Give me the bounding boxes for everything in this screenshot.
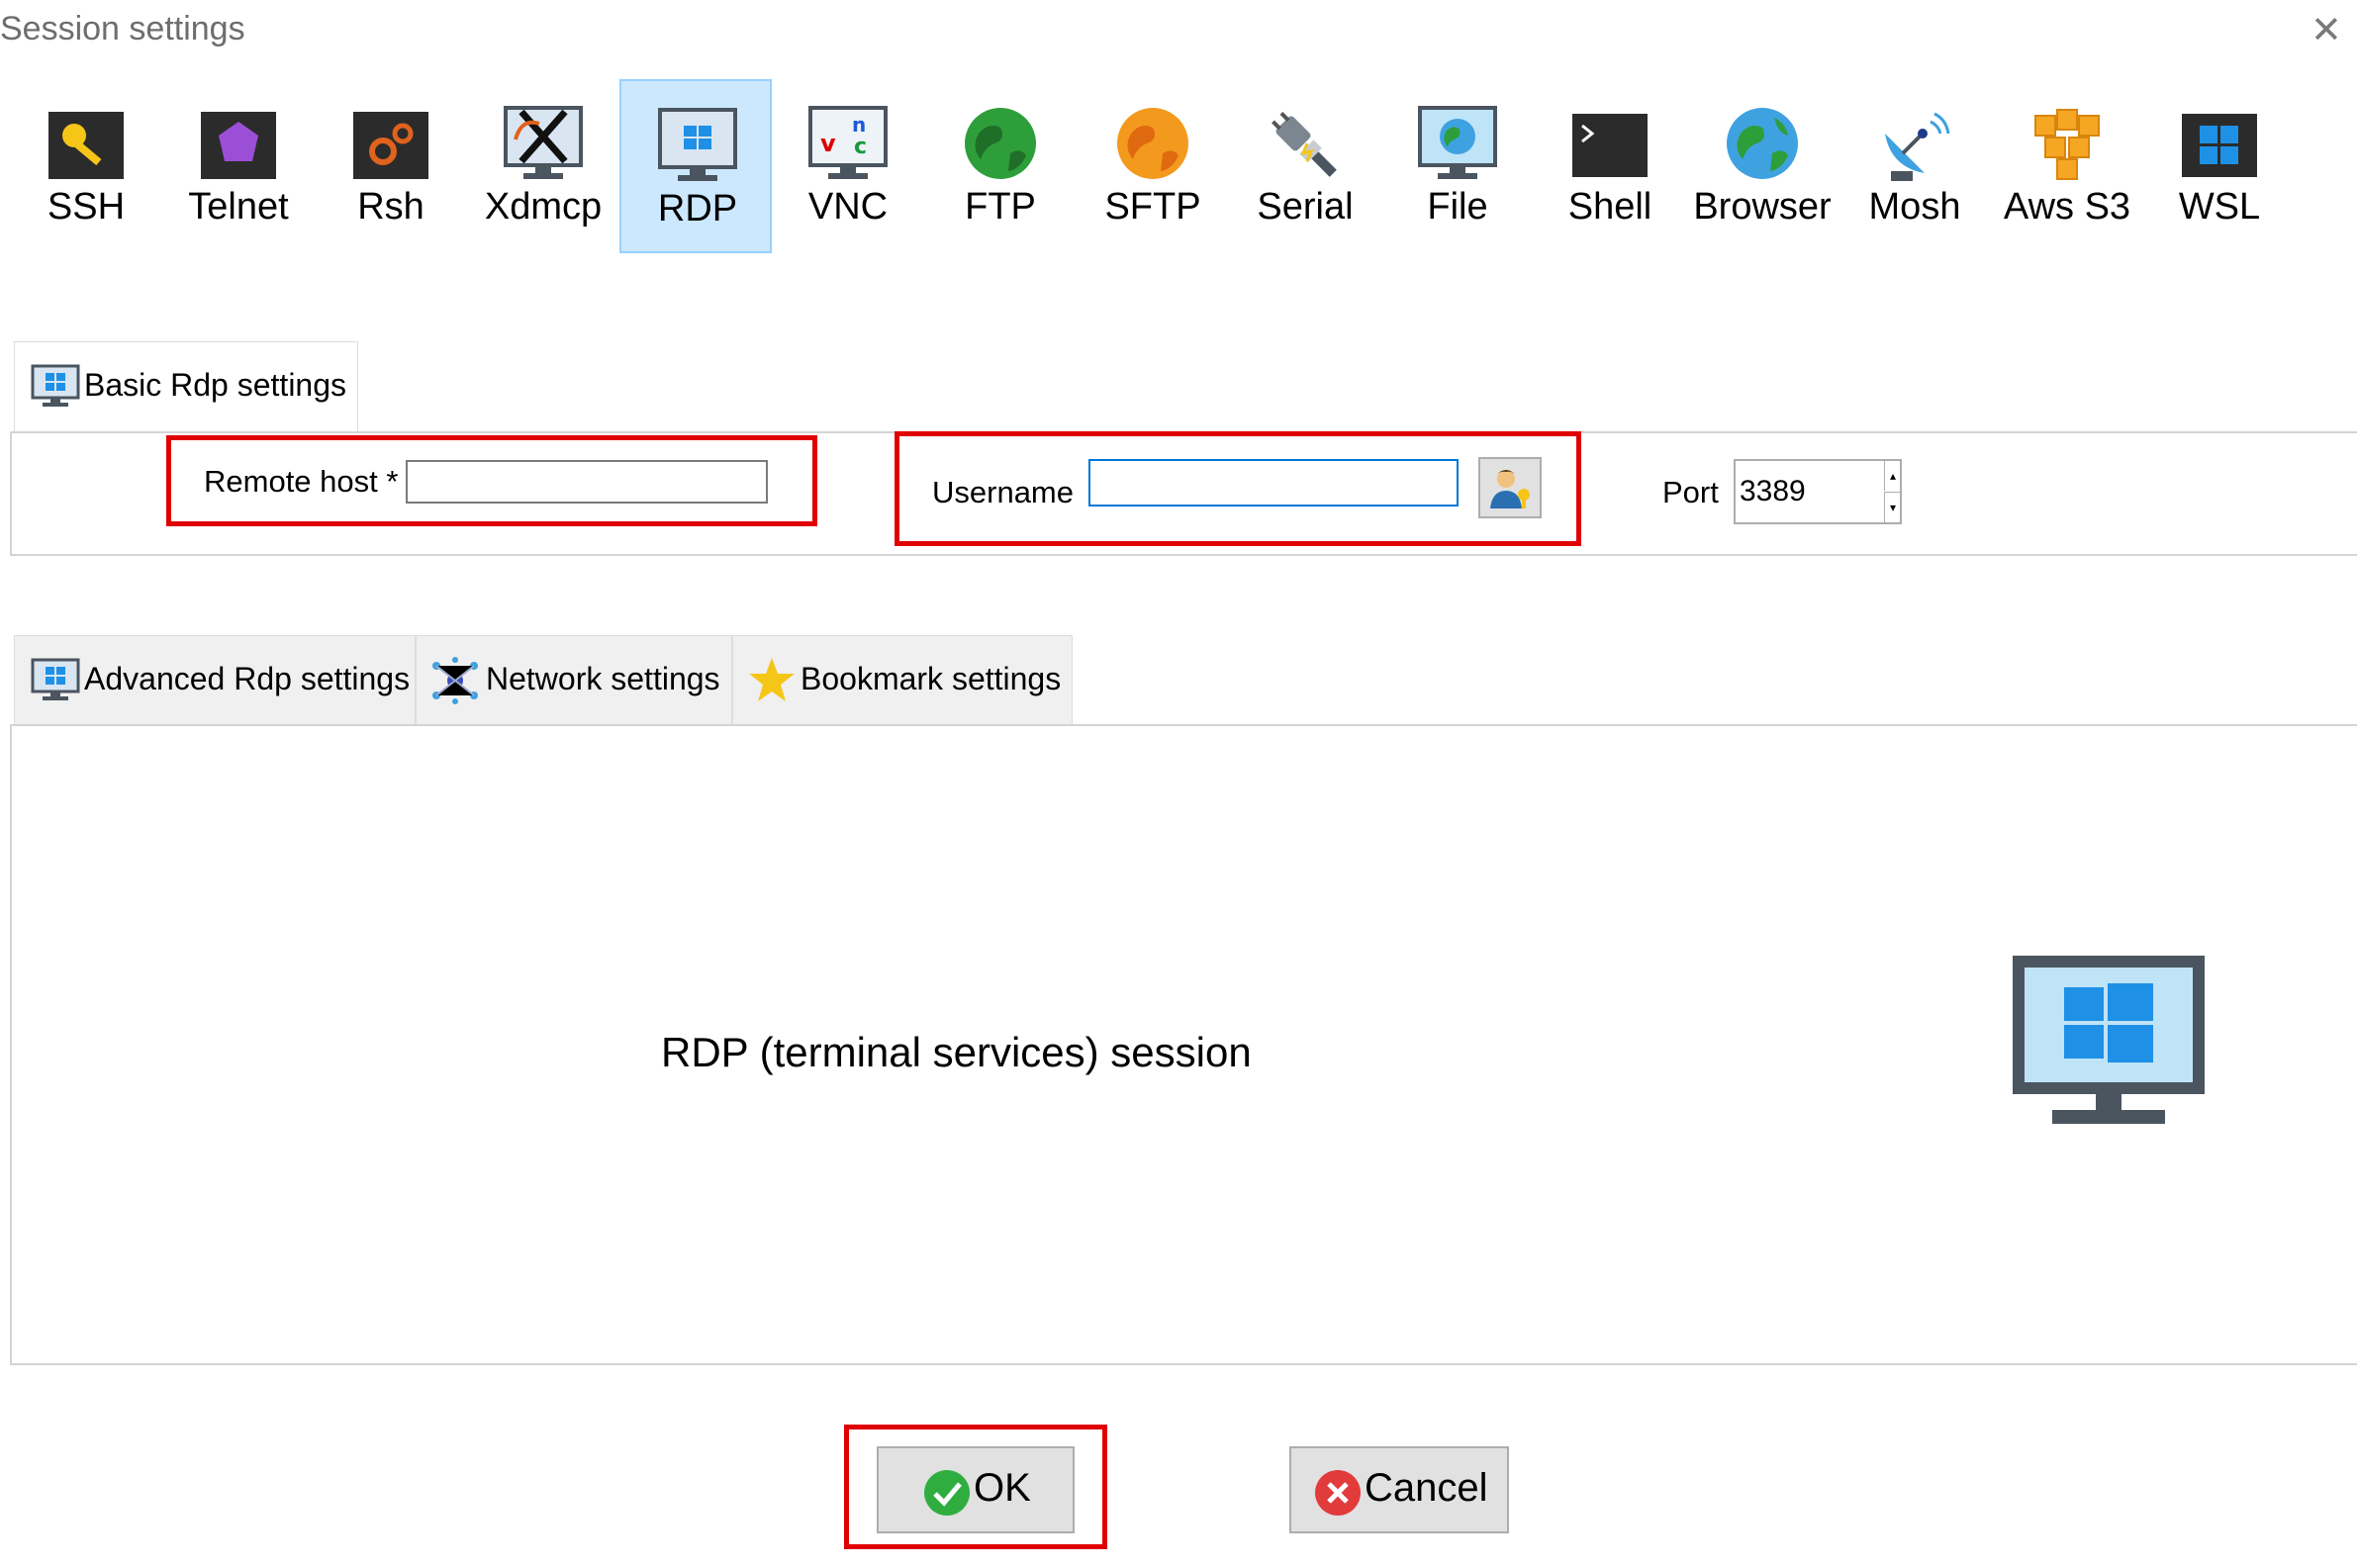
session-type-serial[interactable]: Serial xyxy=(1229,79,1381,253)
sftp-globe-icon xyxy=(1117,108,1188,179)
tab-label: Basic Rdp settings xyxy=(84,367,347,403)
session-type-aws-s3[interactable]: Aws S3 xyxy=(1991,79,2143,253)
cancel-label: Cancel xyxy=(1365,1466,1488,1510)
session-type-label: VNC xyxy=(807,186,889,228)
user-key-icon xyxy=(1490,470,1530,508)
telnet-gem-icon xyxy=(201,112,276,179)
session-type-telnet[interactable]: Telnet xyxy=(162,79,315,253)
checkmark-icon xyxy=(924,1470,970,1516)
session-type-sftp[interactable]: SFTP xyxy=(1077,79,1229,253)
ok-button[interactable]: OK xyxy=(877,1446,1075,1533)
session-type-label: SFTP xyxy=(1104,186,1201,228)
file-monitor-icon xyxy=(1418,106,1497,179)
remote-host-label: Remote host * xyxy=(204,464,399,499)
session-type-label: Serial xyxy=(1257,186,1354,228)
tab-advanced-rdp-settings[interactable]: Advanced Rdp settings xyxy=(14,635,416,724)
cancel-button[interactable]: Cancel xyxy=(1289,1446,1509,1533)
cancel-x-icon xyxy=(1315,1470,1361,1516)
rdp-monitor-icon xyxy=(658,108,737,181)
session-type-label: SSH xyxy=(47,186,126,228)
session-type-vnc[interactable]: v c n VNC xyxy=(772,79,924,253)
session-type-label: Browser xyxy=(1693,186,1832,228)
session-type-label: RDP xyxy=(657,188,738,230)
session-type-rsh[interactable]: Rsh xyxy=(315,79,467,253)
session-type-xdmcp[interactable]: Xdmcp xyxy=(467,79,619,253)
session-type-ssh[interactable]: SSH xyxy=(10,79,162,253)
session-type-label: Rsh xyxy=(357,186,424,228)
tab-label: Advanced Rdp settings xyxy=(84,661,411,696)
xdmcp-x-icon xyxy=(504,106,583,179)
session-type-label: Xdmcp xyxy=(484,186,603,228)
svg-text:c: c xyxy=(854,135,867,159)
rdp-large-monitor-icon xyxy=(2013,956,2205,1124)
port-label: Port xyxy=(1662,475,1719,509)
session-type-label: Shell xyxy=(1567,186,1652,228)
ftp-globe-icon xyxy=(965,108,1036,179)
svg-text:n: n xyxy=(852,113,866,137)
session-description: RDP (terminal services) session xyxy=(661,1029,1252,1075)
svg-text:v: v xyxy=(820,130,836,157)
port-decrement-button[interactable]: ▾ xyxy=(1884,492,1901,522)
vnc-monitor-icon: v c n xyxy=(808,106,888,179)
remote-host-input[interactable] xyxy=(406,460,768,504)
tab-label: Network settings xyxy=(486,661,720,696)
session-type-file[interactable]: File xyxy=(1381,79,1534,253)
star-icon xyxy=(749,658,795,701)
wsl-windows-icon xyxy=(2182,114,2257,177)
port-spinbox[interactable]: ▴ ▾ xyxy=(1734,459,1902,524)
session-type-wsl[interactable]: WSL xyxy=(2143,79,2296,253)
ok-label: OK xyxy=(974,1466,1031,1510)
username-label: Username xyxy=(932,475,1074,509)
port-increment-button[interactable]: ▴ xyxy=(1884,461,1901,491)
rsh-gears-icon xyxy=(353,112,428,179)
session-type-label: WSL xyxy=(2178,186,2261,228)
session-type-label: Aws S3 xyxy=(2003,186,2131,228)
serial-plug-icon xyxy=(1272,112,1337,177)
close-icon[interactable]: ✕ xyxy=(2310,8,2342,51)
mosh-satellite-icon xyxy=(1885,112,1950,181)
session-type-label: FTP xyxy=(965,186,1036,228)
session-type-label: File xyxy=(1427,186,1488,228)
tab-bookmark-settings[interactable]: Bookmark settings xyxy=(732,635,1073,724)
ssh-key-icon xyxy=(48,112,124,179)
session-type-label: Telnet xyxy=(188,186,289,228)
shell-terminal-icon xyxy=(1572,114,1648,177)
aws-s3-cubes-icon xyxy=(2034,109,2100,180)
tab-network-settings[interactable]: Network settings xyxy=(416,635,732,724)
session-type-ftp[interactable]: FTP xyxy=(924,79,1077,253)
session-type-rdp[interactable]: RDP xyxy=(619,79,772,253)
port-input[interactable] xyxy=(1736,461,1882,522)
tab-basic-rdp-settings[interactable]: Basic Rdp settings xyxy=(14,341,358,435)
username-input[interactable] xyxy=(1088,459,1459,507)
browser-globe-icon xyxy=(1727,108,1798,179)
monitor-icon xyxy=(31,364,80,407)
session-type-label: Mosh xyxy=(1868,186,1961,228)
user-credentials-button[interactable] xyxy=(1478,457,1542,518)
window-title: Session settings xyxy=(0,10,245,47)
session-type-shell[interactable]: Shell xyxy=(1534,79,1686,253)
session-type-mosh[interactable]: Mosh xyxy=(1838,79,1991,253)
tab-label: Bookmark settings xyxy=(801,661,1062,696)
monitor-icon xyxy=(31,658,80,700)
network-icon xyxy=(432,657,478,704)
session-type-browser[interactable]: Browser xyxy=(1686,79,1838,253)
